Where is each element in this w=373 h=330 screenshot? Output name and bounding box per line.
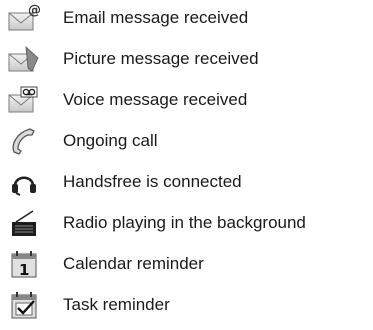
svg-text:1: 1 xyxy=(19,261,29,279)
calendar-icon: 1 xyxy=(8,248,40,280)
svg-text:@: @ xyxy=(28,3,40,18)
picture-message-icon xyxy=(8,43,40,75)
list-item-label: Ongoing call xyxy=(63,131,158,150)
list-item-label: Email message received xyxy=(63,8,249,27)
list-item: Voice message received xyxy=(0,82,373,118)
list-item-label: Voice message received xyxy=(63,90,248,109)
list-item: Picture message received xyxy=(0,41,373,77)
voice-message-icon xyxy=(8,84,40,116)
list-item: Task reminder xyxy=(0,287,373,323)
list-item-label: Picture message received xyxy=(63,49,259,68)
list-item-label: Radio playing in the background xyxy=(63,213,306,232)
email-message-icon: @ xyxy=(8,2,40,34)
list-item: Handsfree is connected xyxy=(0,164,373,200)
list-item-label: Calendar reminder xyxy=(63,254,204,273)
list-item: 1 Calendar reminder xyxy=(0,246,373,282)
radio-icon xyxy=(8,207,40,239)
list-item: @ Email message received xyxy=(0,0,373,36)
task-icon xyxy=(8,289,40,321)
list-item-label: Task reminder xyxy=(63,295,170,314)
list-item: Radio playing in the background xyxy=(0,205,373,241)
headset-icon xyxy=(8,166,40,198)
list-item-label: Handsfree is connected xyxy=(63,172,242,191)
phone-handset-icon xyxy=(8,125,40,157)
list-item: Ongoing call xyxy=(0,123,373,159)
